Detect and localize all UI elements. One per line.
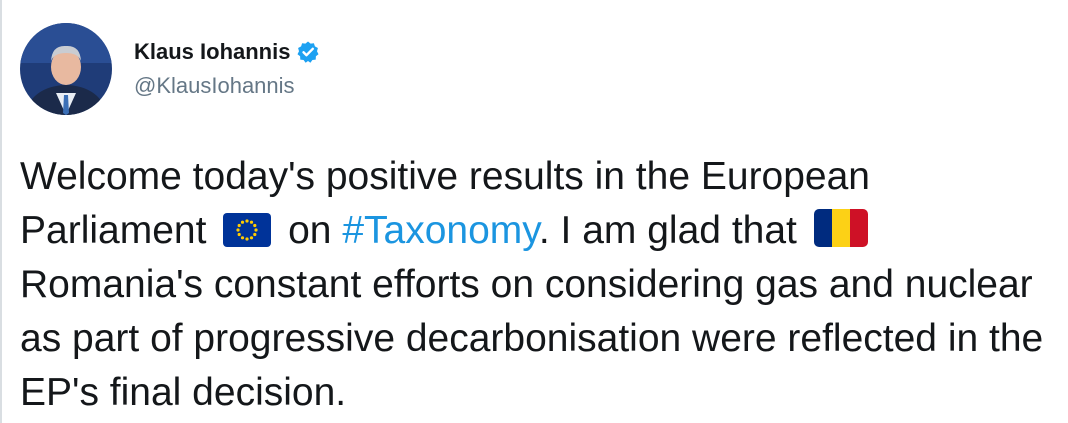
tweet-header: Klaus Iohannis @KlausIohannis — [20, 20, 320, 118]
romania-flag-icon — [813, 209, 868, 247]
tweet-text-segment: on — [288, 209, 332, 252]
user-handle[interactable]: @KlausIohannis — [134, 73, 320, 99]
author-info: Klaus Iohannis @KlausIohannis — [134, 39, 320, 99]
display-name[interactable]: Klaus Iohannis — [134, 39, 290, 65]
person-portrait-icon — [20, 23, 112, 115]
verified-badge-icon — [296, 40, 320, 64]
tweet-text: Welcome today's positive results in the … — [20, 150, 1060, 420]
name-row: Klaus Iohannis — [134, 39, 320, 65]
eu-flag-icon — [223, 213, 272, 247]
card-border — [0, 0, 2, 423]
hashtag-link[interactable]: #Taxonomy — [342, 209, 539, 252]
avatar[interactable] — [20, 23, 112, 115]
tweet-text-segment: Romania's constant efforts on considerin… — [20, 263, 1044, 414]
tweet-text-segment: . I am glad that — [538, 209, 797, 252]
